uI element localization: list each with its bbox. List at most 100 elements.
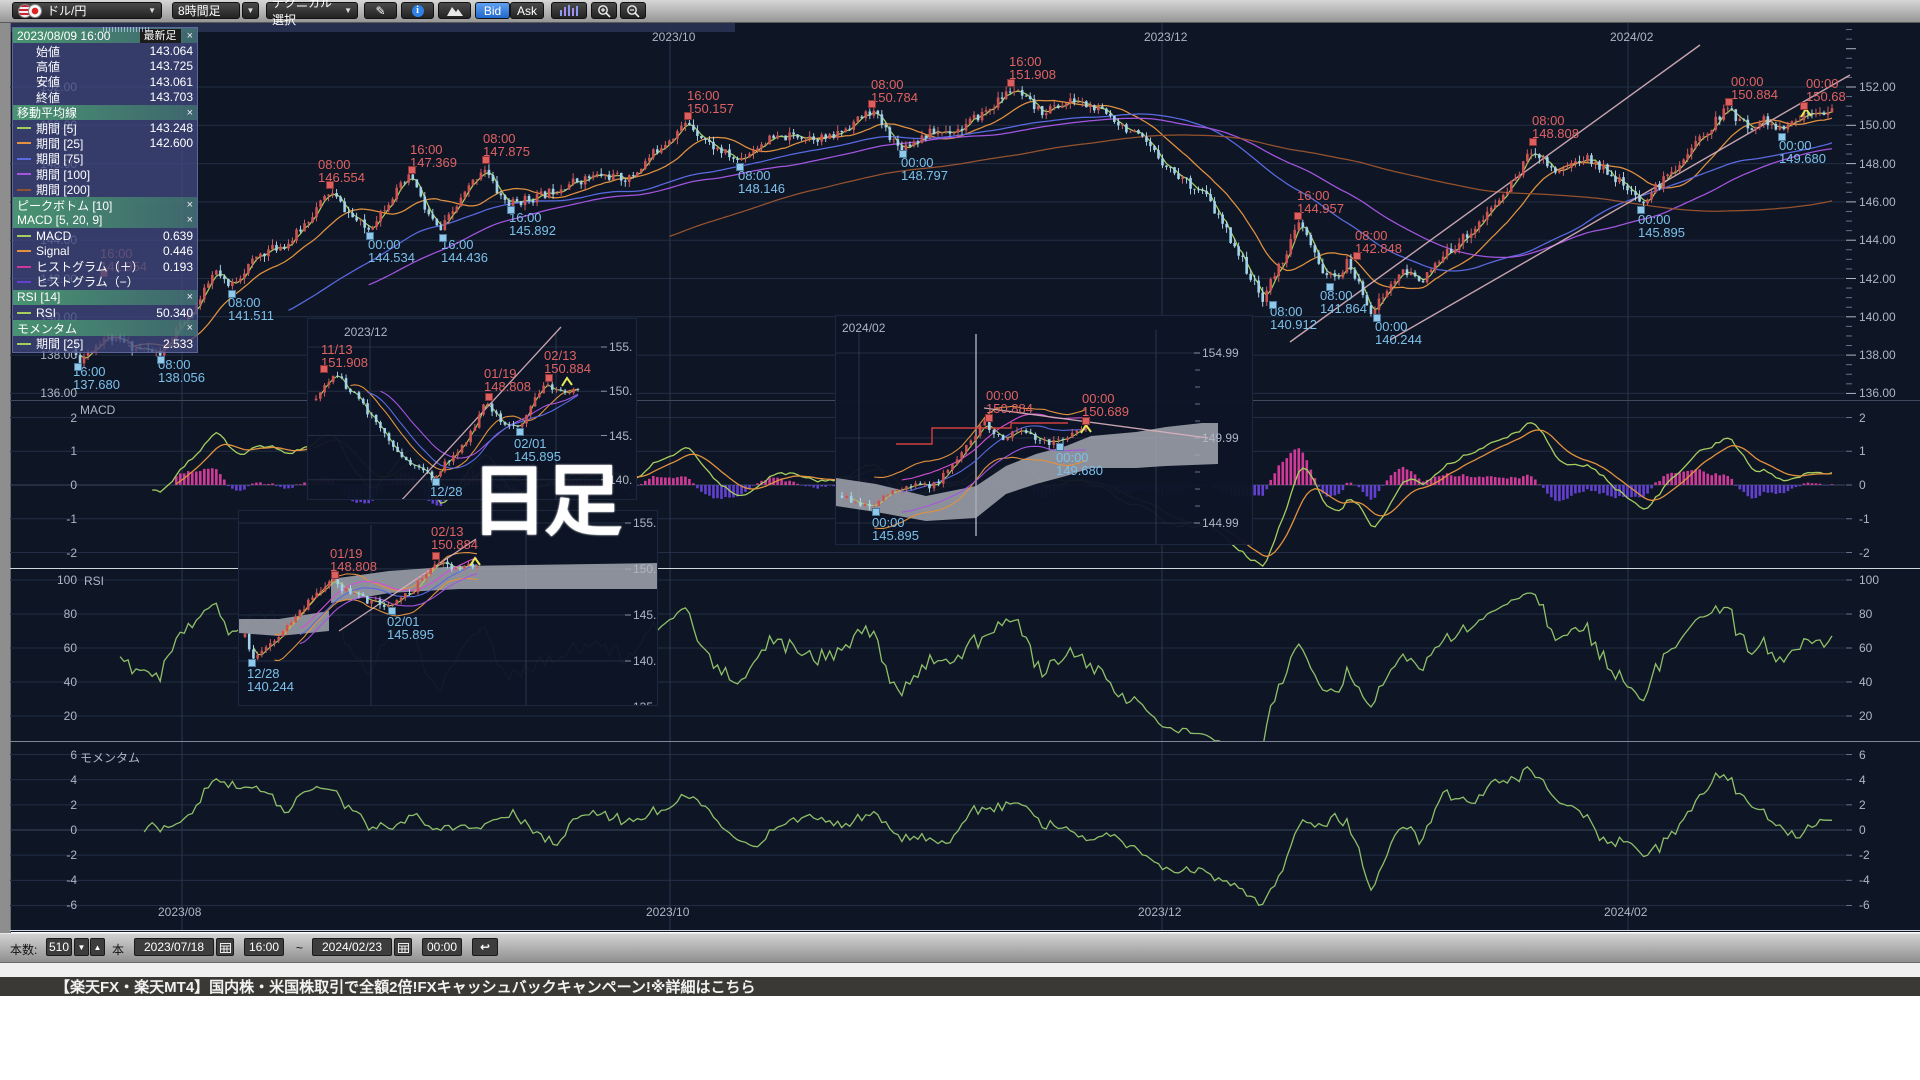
peak-square-icon: [485, 393, 493, 401]
inset-axis-label: 149.99: [1202, 432, 1239, 444]
peak-label: 08:00147.875: [483, 132, 530, 158]
rsi-axis-label: 100: [1859, 574, 1879, 586]
bid-label: Bid: [484, 4, 501, 18]
timeframe-dropdown-button[interactable]: ▼: [242, 2, 259, 19]
close-icon[interactable]: ×: [187, 107, 193, 119]
section-title: ピークボトム [10]: [17, 197, 112, 214]
inset-axis-label: 140.: [633, 655, 656, 667]
close-icon[interactable]: ×: [187, 291, 193, 303]
from-time-input[interactable]: 16:00: [244, 938, 284, 956]
bottom-square-icon: [1778, 133, 1786, 141]
panel-row-value: 50.340: [156, 306, 193, 320]
line-color-swatch-icon: [17, 189, 31, 191]
rsi-axis-label: 100: [28, 574, 77, 586]
inset-axis-label: 144.99: [1202, 517, 1239, 529]
pane-separator[interactable]: [10, 741, 1920, 742]
ad-banner[interactable]: 【楽天FX・楽天MT4】国内株・米国株取引で全額2倍!FXキャッシュバックキャン…: [0, 977, 1920, 996]
panel-row-value: 2.533: [163, 337, 193, 351]
panel-row: ヒストグラム（−）: [13, 274, 197, 289]
peak-square-icon: [1800, 102, 1808, 110]
count-increase-button[interactable]: ▲: [90, 938, 105, 956]
to-time-input[interactable]: 00:00: [422, 938, 462, 956]
count-decrease-button[interactable]: ▼: [74, 938, 89, 956]
close-icon[interactable]: ×: [187, 30, 193, 42]
draw-tool-button[interactable]: ✎: [364, 2, 397, 19]
pair-label: ドル/円: [47, 2, 86, 19]
bottom-label: 16:00145.892: [509, 211, 556, 237]
from-calendar-button[interactable]: [216, 938, 234, 956]
macd-axis-label: 2: [1859, 412, 1866, 424]
inset-axis-label: 155.: [633, 517, 656, 529]
indicator-info-panel[interactable]: 2023/08/09 16:00 最新足 × 始値143.064高値143.72…: [12, 27, 198, 353]
ad-banner-text[interactable]: 【楽天FX・楽天MT4】国内株・米国株取引で全額2倍!FXキャッシュバックキャン…: [55, 977, 1920, 996]
from-date-input[interactable]: 2023/07/18: [134, 938, 214, 956]
peak-square-icon: [1294, 212, 1302, 220]
timeframe-select[interactable]: 8時間足: [172, 2, 240, 19]
panel-row: 期間 [5]143.248: [13, 120, 197, 135]
price-axis-label: 136.00: [1859, 387, 1896, 399]
chevron-down-icon: ▼: [142, 6, 156, 15]
info-button[interactable]: i: [401, 2, 434, 19]
technical-select[interactable]: テクニカル選択 ▼: [266, 2, 358, 19]
chevron-down-icon: ▼: [338, 6, 352, 15]
peak-square-icon: [1082, 417, 1090, 425]
peak-square-icon: [1529, 138, 1537, 146]
bottom-square-icon: [432, 478, 440, 486]
peak-label: 00:00150.68: [1806, 77, 1846, 103]
peak-label: 00:00150.884: [1731, 75, 1778, 101]
inset-8h-2024-02[interactable]: 2024/02154.99149.99144.9900:00150.88400:…: [835, 315, 1253, 545]
japan-flag-icon: [28, 4, 42, 18]
date-axis-label: 2023/12: [1144, 31, 1187, 43]
momentum-pane-title: モメンタム: [80, 749, 140, 766]
close-icon[interactable]: ×: [187, 322, 193, 334]
panel-rows: 始値143.064高値143.725安値143.061終値143.703移動平均…: [13, 43, 197, 351]
peak-label: 00:00150.884: [986, 389, 1033, 415]
rsi-axis-label: 60: [1859, 642, 1872, 654]
panel-row-label: ヒストグラム（−）: [36, 273, 139, 290]
bottom-label: 00:00149.680: [1056, 451, 1103, 477]
bar-count-input[interactable]: 510: [46, 938, 72, 956]
zoom-in-button[interactable]: [591, 2, 617, 19]
bottom-square-icon: [507, 206, 515, 214]
panel-row-value: 143.061: [150, 75, 193, 89]
zoom-out-icon: [626, 4, 640, 18]
peak-square-icon: [482, 156, 490, 164]
bid-button[interactable]: Bid: [475, 2, 510, 19]
line-color-swatch-icon: [17, 250, 31, 252]
to-date-input[interactable]: 2024/02/23: [312, 938, 392, 956]
line-color-swatch-icon: [17, 343, 31, 345]
range-tilde: ~: [296, 941, 303, 955]
bottom-square-icon: [228, 290, 236, 298]
to-calendar-button[interactable]: [394, 938, 412, 956]
panel-drag-dots: [103, 27, 151, 32]
calendar-icon: [398, 942, 409, 953]
peak-square-icon: [1725, 98, 1733, 106]
close-icon[interactable]: ×: [187, 214, 193, 226]
bottom-label: 08:00141.864: [1320, 289, 1367, 315]
reload-button[interactable]: ↩: [472, 938, 498, 956]
macd-axis-label: -2: [1859, 547, 1870, 559]
panel-row-value: 142.600: [150, 136, 193, 150]
panel-row-value: 0.446: [163, 244, 193, 258]
bottom-square-icon: [1326, 283, 1334, 291]
bottom-label: 00:00145.895: [1638, 213, 1685, 239]
price-axis-label: 152.00: [1859, 81, 1896, 93]
currency-pair-select[interactable]: ドル/円 ▼: [12, 2, 162, 19]
ask-button[interactable]: Ask: [510, 2, 544, 19]
inset-axis-label: 150.: [609, 385, 632, 397]
chart-style-button[interactable]: [438, 2, 471, 19]
tick-chart-button[interactable]: [551, 2, 587, 19]
price-axis-label: 136.00: [28, 387, 77, 399]
macd-axis-label: 1: [1859, 445, 1866, 457]
zoom-out-button[interactable]: [620, 2, 646, 19]
bottom-label: 08:00138.056: [158, 358, 205, 384]
peak-square-icon: [868, 100, 876, 108]
price-axis-label: 144.00: [1859, 234, 1896, 246]
close-icon[interactable]: ×: [187, 199, 193, 211]
panel-row-label: Signal: [36, 244, 69, 258]
bottom-square-icon: [736, 163, 744, 171]
timeframe-label: 8時間足: [178, 2, 221, 19]
bottom-square-icon: [1269, 301, 1277, 309]
inset-axis-label: 135.: [633, 701, 656, 706]
peak-square-icon: [320, 365, 328, 373]
